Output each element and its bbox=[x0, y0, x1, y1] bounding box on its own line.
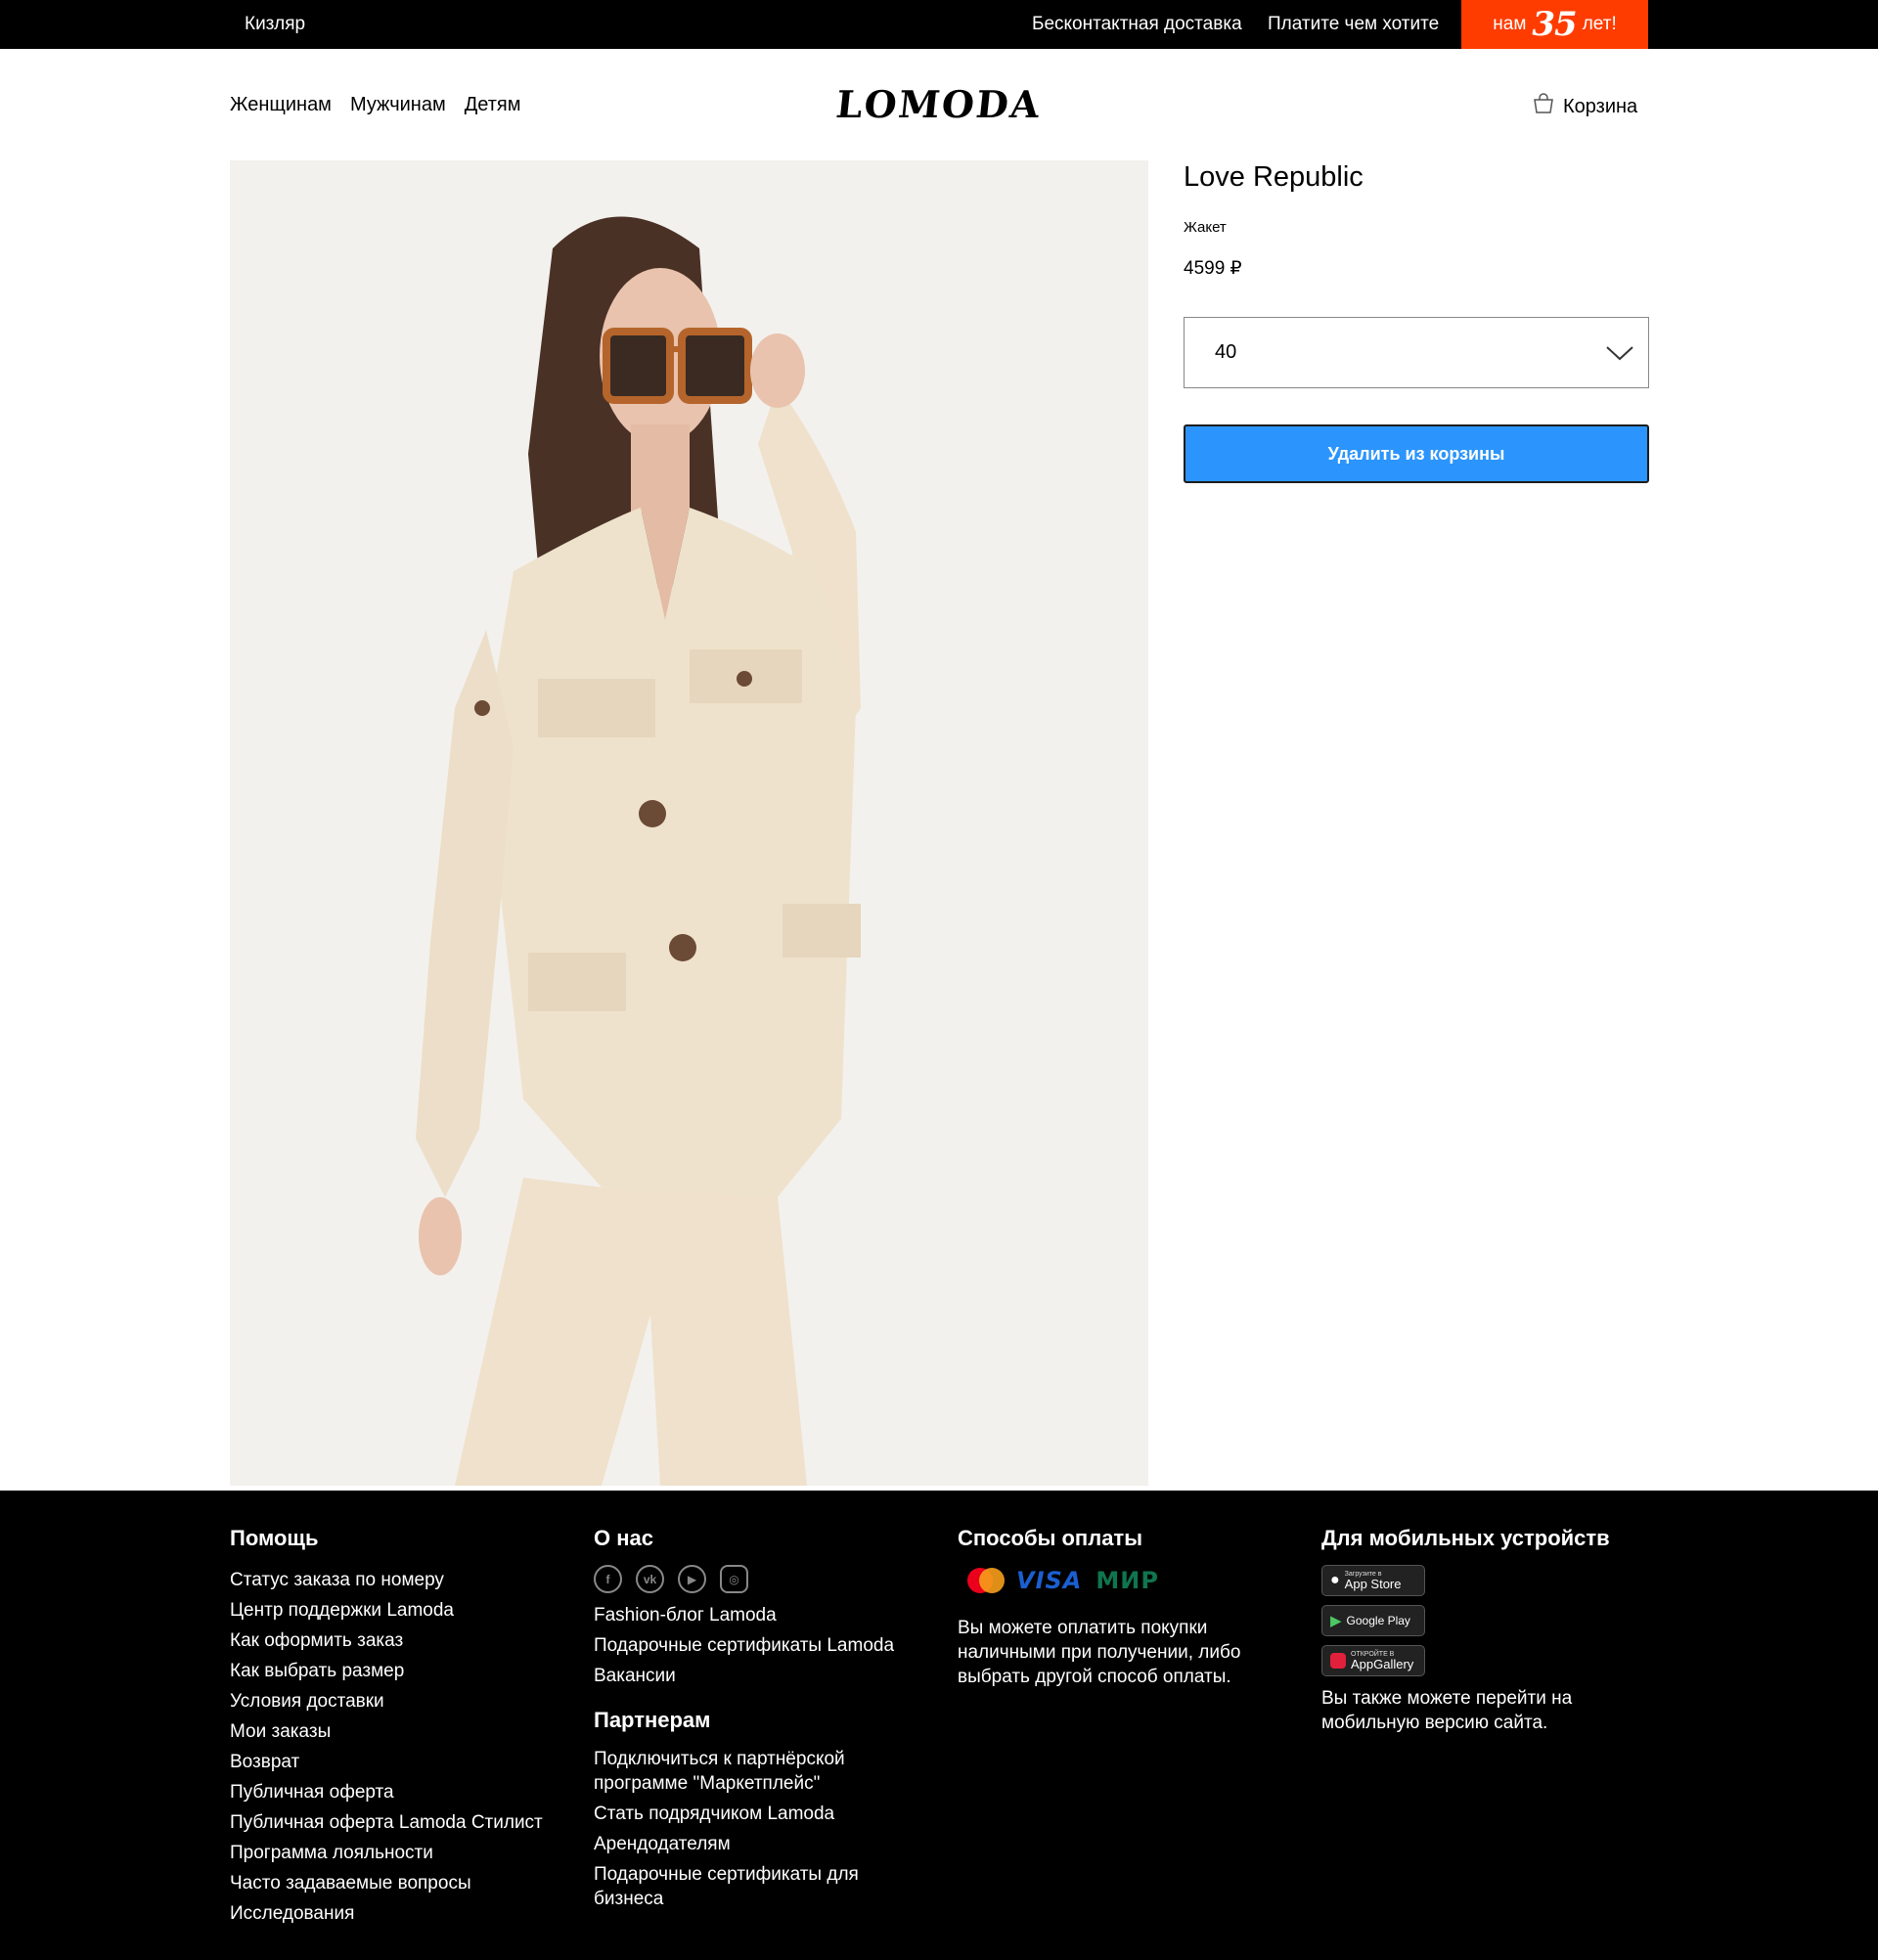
payment-text: Вы можете оплатить покупки наличными при… bbox=[958, 1618, 1241, 1687]
top-bar: Кизляр Бесконтактная доставка Платите че… bbox=[0, 0, 1878, 49]
footer-link[interactable]: Публичная оферта Lamoda Стилист bbox=[230, 1807, 543, 1838]
footer-payment-title: Способы оплаты bbox=[958, 1526, 1142, 1550]
youtube-icon[interactable]: ▶ bbox=[678, 1565, 706, 1593]
google-play-icon: ▶ bbox=[1330, 1613, 1342, 1629]
anniversary-banner[interactable]: нам 35 лет! bbox=[1461, 0, 1648, 49]
size-select[interactable]: 40 bbox=[1184, 317, 1649, 388]
cart-link[interactable]: Корзина bbox=[1532, 92, 1637, 121]
footer-link[interactable]: Fashion-блог Lamoda bbox=[594, 1603, 926, 1627]
product-image bbox=[230, 160, 1148, 1486]
product-price: 4599 ₽ bbox=[1184, 258, 1242, 279]
footer-link[interactable]: Подарочные сертификаты Lamoda bbox=[594, 1633, 926, 1658]
anniversary-pre: нам bbox=[1493, 14, 1527, 34]
instagram-icon[interactable]: ◎ bbox=[720, 1565, 748, 1593]
product-type: Жакет bbox=[1184, 219, 1227, 236]
footer-link[interactable]: Подарочные сертификаты для бизнеса bbox=[594, 1862, 926, 1911]
footer-link[interactable]: Вакансии bbox=[594, 1664, 926, 1688]
footer-payment: Способы оплаты VISA МИР Вы можете оплати… bbox=[958, 1526, 1271, 1689]
footer-link[interactable]: Исследования bbox=[230, 1898, 543, 1929]
city-selector[interactable]: Кизляр bbox=[245, 0, 305, 49]
footer-partners-title: Партнерам bbox=[594, 1708, 711, 1732]
footer-about-title: О нас bbox=[594, 1526, 653, 1550]
footer-help: Помощь Статус заказа по номеру Центр под… bbox=[230, 1526, 543, 1929]
footer-link[interactable]: Как выбрать размер bbox=[230, 1656, 543, 1686]
footer-help-title: Помощь bbox=[230, 1526, 319, 1550]
app-store-badge[interactable]: ● Загрузите в App Store bbox=[1321, 1565, 1425, 1596]
size-selected-value: 40 bbox=[1215, 341, 1237, 363]
footer-link[interactable]: Публичная оферта bbox=[230, 1777, 543, 1807]
footer-link[interactable]: Возврат bbox=[230, 1747, 543, 1777]
apple-icon: ● bbox=[1330, 1572, 1340, 1588]
site-footer: Помощь Статус заказа по номеру Центр под… bbox=[0, 1491, 1878, 1960]
footer-link[interactable]: Статус заказа по номеру bbox=[230, 1565, 543, 1595]
nav-men[interactable]: Мужчинам bbox=[350, 94, 446, 116]
footer-link[interactable]: Часто задаваемые вопросы bbox=[230, 1868, 543, 1898]
appgallery-badge[interactable]: ОТКРОЙТЕ В AppGallery bbox=[1321, 1645, 1425, 1676]
delivery-link[interactable]: Бесконтактная доставка bbox=[1032, 0, 1242, 49]
footer-link[interactable]: Программа лояльности bbox=[230, 1838, 543, 1868]
footer-link[interactable]: Центр поддержки Lamoda bbox=[230, 1595, 543, 1626]
facebook-icon[interactable]: f bbox=[594, 1565, 622, 1593]
payment-link[interactable]: Платите чем хотите bbox=[1268, 0, 1439, 49]
huawei-icon bbox=[1330, 1653, 1346, 1669]
nav-women[interactable]: Женщинам bbox=[230, 94, 332, 116]
anniversary-number: 35 bbox=[1532, 5, 1577, 44]
mobile-version-text[interactable]: Вы также можете перейти на мобильную вер… bbox=[1321, 1686, 1595, 1735]
footer-link[interactable]: Стать подрядчиком Lamoda bbox=[594, 1802, 926, 1826]
bag-icon bbox=[1532, 92, 1555, 121]
main-nav: Женщинам Мужчинам Детям bbox=[230, 94, 520, 116]
footer-link[interactable]: Условия доставки bbox=[230, 1686, 543, 1716]
footer-link[interactable]: Подключиться к партнёрской программе "Ма… bbox=[594, 1747, 926, 1796]
social-links: f vk ▶ ◎ bbox=[594, 1565, 926, 1593]
vk-icon[interactable]: vk bbox=[636, 1565, 664, 1593]
footer-link[interactable]: Мои заказы bbox=[230, 1716, 543, 1747]
google-play-badge[interactable]: ▶ Google Play bbox=[1321, 1605, 1425, 1636]
footer-mobile: Для мобильных устройств ● Загрузите в Ap… bbox=[1321, 1526, 1610, 1735]
footer-mobile-title: Для мобильных устройств bbox=[1321, 1526, 1610, 1550]
footer-about: О нас f vk ▶ ◎ Fashion-блог Lamoda Подар… bbox=[594, 1526, 926, 1917]
anniversary-post: лет! bbox=[1582, 14, 1617, 34]
site-logo[interactable]: LOMODA bbox=[834, 82, 1044, 126]
mastercard-logo bbox=[967, 1568, 1005, 1593]
chevron-down-icon bbox=[1605, 343, 1634, 369]
product-brand[interactable]: Love Republic bbox=[1184, 161, 1364, 194]
cart-label: Корзина bbox=[1563, 95, 1638, 117]
site-header: Женщинам Мужчинам Детям LOMODA Корзина bbox=[0, 49, 1878, 161]
mir-logo: МИР bbox=[1096, 1567, 1159, 1594]
footer-link[interactable]: Арендодателям bbox=[594, 1832, 926, 1856]
visa-logo: VISA bbox=[1016, 1567, 1083, 1594]
nav-kids[interactable]: Детям bbox=[465, 94, 521, 116]
payment-logos: VISA МИР bbox=[967, 1565, 1271, 1596]
remove-from-cart-button[interactable]: Удалить из корзины bbox=[1184, 424, 1649, 483]
footer-link[interactable]: Как оформить заказ bbox=[230, 1626, 543, 1656]
